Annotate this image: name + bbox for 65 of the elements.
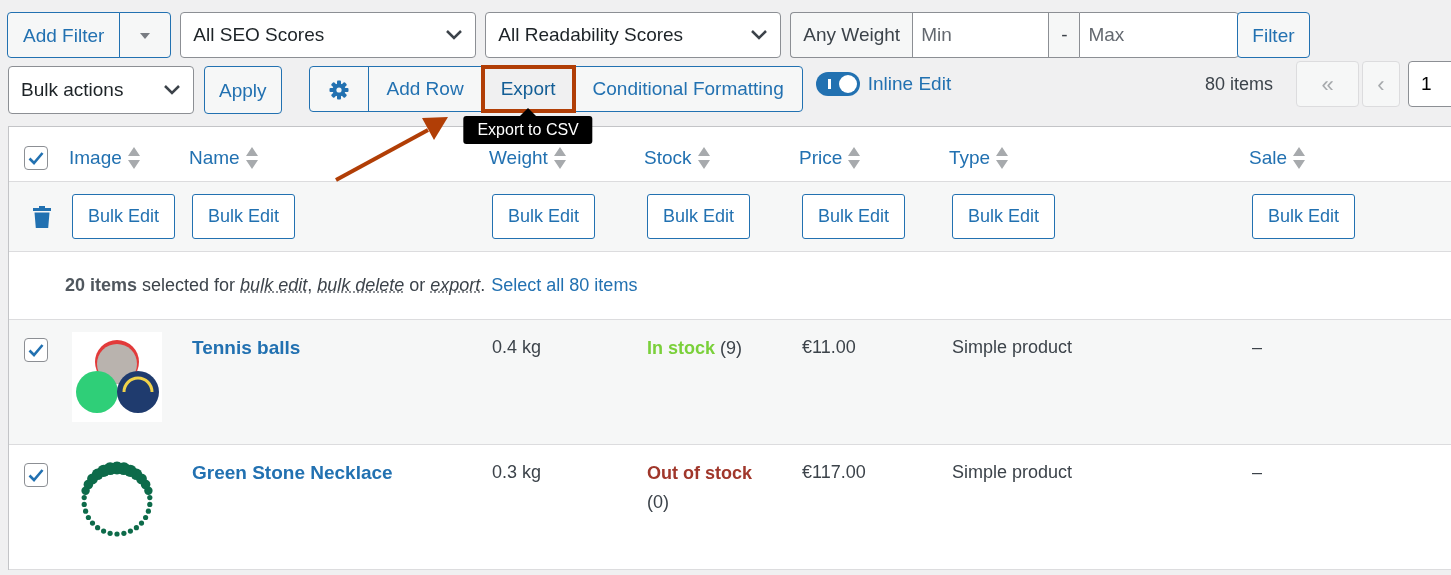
bulk-edit-button[interactable]: Bulk Edit (647, 194, 751, 239)
trash-icon[interactable] (33, 206, 51, 229)
select-all-link[interactable]: Select all 80 items (491, 272, 638, 299)
table-cell: Simple product (952, 462, 1073, 482)
filter-button[interactable]: Filter (1237, 12, 1310, 58)
sort-icon (245, 147, 258, 169)
check-icon (28, 343, 44, 357)
bulk-edit-button[interactable]: Bulk Edit (492, 194, 596, 239)
sort-icon (127, 147, 140, 169)
max-field[interactable]: Max (1079, 12, 1240, 58)
column-header[interactable]: Sale (1249, 143, 1288, 173)
stock-status: In stock (9) (647, 338, 743, 358)
selection-message: 20 items selected for bulk edit, bulk delete or export. (65, 274, 486, 297)
apply-button[interactable]: Apply (204, 66, 282, 114)
min-field[interactable]: Min (912, 12, 1049, 58)
range-separator: - (1048, 12, 1080, 58)
inline-edit-label[interactable]: Inline Edit (867, 70, 952, 99)
check-icon (28, 468, 44, 482)
toggle-switch[interactable] (815, 72, 860, 97)
chevron-down-icon (445, 29, 464, 41)
dropdown-toggle-button[interactable] (119, 12, 172, 58)
bulk-edit-button[interactable]: Bulk Edit (72, 194, 176, 239)
readability-select[interactable]: All Readability Scores (485, 12, 782, 58)
table-cell: Simple product (952, 337, 1073, 357)
toolbar-button[interactable]: Export (482, 67, 574, 111)
sort-icon (697, 147, 710, 169)
toolbar-button[interactable]: Add Row (368, 67, 482, 111)
table-cell: 0.4 kg (492, 337, 542, 357)
item-count: 80 items (1204, 72, 1273, 96)
tooltip: Export to CSV (463, 116, 593, 144)
select-all-checkbox[interactable] (24, 146, 48, 170)
product-name-link[interactable]: Green Stone Necklace (192, 462, 393, 483)
seo-score-select[interactable]: All SEO Scores (180, 12, 477, 58)
weight-label: Any Weight (790, 12, 913, 58)
chevron-down-icon (750, 29, 769, 41)
bulk-edit-button[interactable]: Bulk Edit (192, 194, 296, 239)
column-header[interactable]: Image (69, 143, 122, 173)
row-checkbox[interactable] (24, 338, 48, 362)
table-cell: – (1252, 337, 1262, 357)
table-cell: €117.00 (802, 462, 866, 482)
sort-icon (848, 147, 861, 169)
column-header[interactable]: Name (189, 143, 240, 173)
sort-icon (553, 147, 566, 169)
sort-icon (996, 147, 1009, 169)
column-header[interactable]: Weight (489, 143, 548, 173)
bulk-edit-button[interactable]: Bulk Edit (802, 194, 906, 239)
product-name-link[interactable]: Tennis balls (192, 337, 301, 358)
table-cell: 0.3 kg (492, 462, 542, 482)
stock-status: Out of stock (0) (647, 463, 752, 512)
toolbar-button[interactable]: Conditional Formatting (574, 67, 802, 111)
chevron-down-icon (163, 84, 181, 96)
sort-icon (1293, 147, 1306, 169)
column-header[interactable]: Price (799, 143, 843, 173)
bulk-actions-select[interactable]: Bulk actions (8, 66, 194, 114)
column-header[interactable]: Stock (644, 143, 692, 173)
bulk-edit-button[interactable]: Bulk Edit (952, 194, 1056, 239)
add-filter-button[interactable]: Add Filter (7, 12, 121, 58)
page-field[interactable]: 1 (1408, 61, 1451, 107)
row-checkbox[interactable] (24, 463, 48, 487)
table-cell: €11.00 (802, 337, 856, 357)
caret-icon (140, 33, 151, 40)
bulk-edit-button[interactable]: Bulk Edit (1252, 194, 1356, 239)
table-cell: – (1252, 462, 1262, 482)
check-icon (28, 151, 44, 165)
column-header[interactable]: Type (949, 143, 991, 173)
